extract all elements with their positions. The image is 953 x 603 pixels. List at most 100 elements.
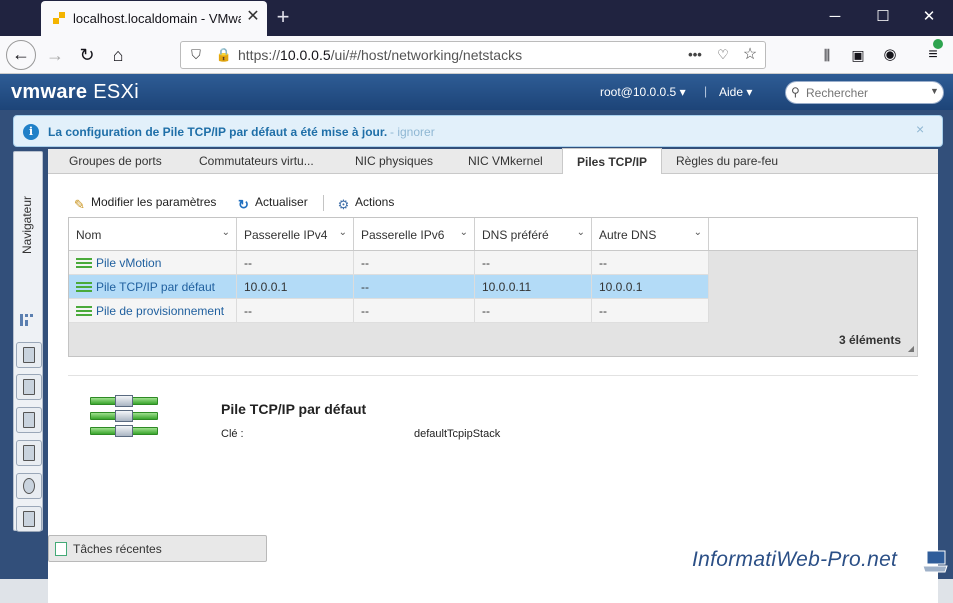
maximize-icon[interactable]: ☐ — [868, 6, 898, 28]
row-name[interactable]: Pile vMotion — [69, 251, 237, 274]
lock-warning-icon[interactable]: 🔒 — [215, 46, 233, 64]
header-separator: | — [704, 84, 708, 98]
info-banner: i La configuration de Pile TCP/IP par dé… — [13, 115, 943, 147]
esxi-favicon-icon — [53, 12, 65, 24]
address-bar[interactable]: ⛉ 🔒 https://10.0.0.5/ui/#/host/networkin… — [180, 41, 766, 69]
tab-firewall-rules[interactable]: Règles du pare-feu — [676, 154, 778, 168]
detail-key-label: Clé : — [221, 428, 244, 440]
vmware-esxi-logo: vmware ESXi — [11, 81, 139, 103]
banner-close-icon[interactable]: × — [916, 121, 924, 137]
back-arrow-icon[interactable]: ← — [6, 40, 36, 70]
new-tab-icon[interactable]: + — [272, 6, 294, 28]
banner-message: La configuration de Pile TCP/IP par défa… — [48, 125, 388, 139]
chevron-down-icon[interactable]: ⌄ — [577, 227, 585, 238]
navigator-toggle-icon[interactable] — [20, 312, 36, 328]
tab-port-groups[interactable]: Groupes de ports — [69, 154, 162, 168]
tcpip-stack-icon — [76, 282, 92, 292]
table-row[interactable]: Pile de provisionnement -- -- -- -- — [69, 299, 709, 323]
search-input[interactable] — [806, 84, 926, 101]
chevron-down-icon[interactable]: ⌄ — [339, 227, 347, 238]
monitor-icon[interactable] — [16, 407, 42, 433]
column-alternate-dns[interactable]: Autre DNS ⌄ — [592, 218, 709, 250]
manage-icon[interactable] — [16, 374, 42, 400]
search-icon: ⚲ — [791, 85, 800, 99]
column-ipv6-gateway[interactable]: Passerelle IPv6 ⌄ — [354, 218, 475, 250]
search-box[interactable]: ⚲ ▼ — [785, 81, 944, 104]
row-ipv6: -- — [354, 299, 475, 322]
browser-nav-bar: ← → ↻ ⌂ ⛉ 🔒 https://10.0.0.5/ui/#/host/n… — [0, 36, 953, 74]
column-ipv4-gateway[interactable]: Passerelle IPv4 ⌄ — [237, 218, 354, 250]
tcpip-stack-icon — [76, 258, 92, 268]
table-row[interactable]: Pile vMotion -- -- -- -- — [69, 251, 709, 275]
host-icon[interactable] — [16, 342, 42, 368]
column-name[interactable]: Nom ⌄ — [69, 218, 237, 250]
resize-grip-icon[interactable]: ◢ — [908, 344, 914, 353]
close-tab-icon[interactable]: ✕ — [243, 7, 263, 27]
toolbar-separator — [323, 195, 324, 211]
edit-settings-button[interactable]: ✎ Modifier les paramètres — [72, 195, 216, 212]
row-alt-dns: -- — [592, 299, 709, 322]
recent-tasks-label: Tâches récentes — [73, 542, 162, 556]
divider — [68, 375, 918, 376]
help-menu[interactable]: Aide ▾ — [719, 85, 752, 99]
reload-icon[interactable]: ↻ — [72, 40, 102, 70]
tab-tcpip-stacks[interactable]: Piles TCP/IP — [562, 148, 663, 174]
tab-virtual-switches[interactable]: Commutateurs virtu... — [199, 154, 314, 168]
user-menu[interactable]: root@10.0.0.5 ▾ — [600, 85, 686, 99]
actions-button[interactable]: ⚙ Actions — [336, 195, 395, 212]
gear-icon: ⚙ — [337, 197, 350, 212]
home-icon[interactable]: ⌂ — [103, 40, 133, 70]
pocket-icon[interactable]: ♡ — [714, 46, 732, 64]
tcpip-stack-icon — [76, 306, 92, 316]
tab-physical-nics[interactable]: NIC physiques — [355, 154, 433, 168]
networking-icon[interactable] — [16, 506, 42, 532]
library-icon[interactable]: ⫼ — [812, 40, 842, 70]
column-preferred-dns[interactable]: DNS préféré ⌄ — [475, 218, 592, 250]
row-dns: -- — [475, 251, 592, 274]
row-ipv6: -- — [354, 251, 475, 274]
tcpip-stack-large-icon — [90, 395, 160, 439]
chevron-down-icon[interactable]: ⌄ — [460, 227, 468, 238]
shield-icon[interactable]: ⛉ — [187, 46, 205, 64]
row-dns: -- — [475, 299, 592, 322]
pencil-icon: ✎ — [74, 197, 85, 212]
browser-tab-title: localhost.localdomain - VMware ESXi — [73, 11, 241, 26]
grid-header: Nom ⌄ Passerelle IPv4 ⌄ Passerelle IPv6 ⌄ D… — [69, 218, 917, 251]
row-ipv4: -- — [237, 299, 354, 322]
url-text[interactable]: https://10.0.0.5/ui/#/host/networking/ne… — [238, 47, 522, 63]
detail-title: Pile TCP/IP par défaut — [221, 401, 367, 417]
page-actions-icon[interactable]: ••• — [686, 46, 704, 64]
bookmark-star-icon[interactable]: ☆ — [741, 46, 759, 64]
search-dropdown-icon[interactable]: ▼ — [930, 86, 939, 96]
window-close-icon[interactable]: ✕ — [914, 6, 944, 28]
row-name[interactable]: Pile TCP/IP par défaut — [69, 275, 237, 298]
chevron-down-icon[interactable]: ⌄ — [222, 227, 230, 238]
sidebar-icon[interactable]: ▣ — [843, 40, 873, 70]
account-icon[interactable]: ◉ — [875, 40, 905, 70]
banner-ignore-link[interactable]: - ignorer — [390, 125, 435, 139]
app-header: vmwareESXi root@10.0.0.5 ▾ | Aide ▾ ⚲ ▼ — [0, 74, 953, 110]
detail-key-value: defaultTcpipStack — [414, 428, 501, 440]
grid-footer: 3 éléments ◢ — [69, 324, 917, 356]
tab-vmkernel-nics[interactable]: NIC VMkernel — [468, 154, 543, 168]
laptop-logo-icon — [922, 550, 948, 573]
info-icon: i — [23, 124, 39, 140]
refresh-button[interactable]: ↻ Actualiser — [236, 195, 308, 212]
refresh-icon: ↻ — [238, 197, 249, 212]
table-row-selected[interactable]: Pile TCP/IP par défaut 10.0.0.1 -- 10.0.… — [69, 275, 709, 299]
storage-icon[interactable] — [16, 473, 42, 499]
row-alt-dns: -- — [592, 251, 709, 274]
browser-tab[interactable]: localhost.localdomain - VMware ESXi ✕ — [41, 1, 267, 36]
navigator-label[interactable]: Navigateur — [20, 184, 34, 254]
row-name[interactable]: Pile de provisionnement — [69, 299, 237, 322]
networking-tabs: Groupes de ports Commutateurs virtu... N… — [48, 148, 938, 174]
item-count: 3 éléments — [838, 333, 901, 347]
row-dns: 10.0.0.11 — [475, 275, 592, 298]
chevron-down-icon[interactable]: ⌄ — [694, 227, 702, 238]
forward-arrow-icon[interactable]: → — [40, 40, 70, 70]
virtual-machines-icon[interactable] — [16, 440, 42, 466]
minimize-icon[interactable]: ─ — [820, 6, 850, 28]
row-alt-dns: 10.0.0.1 — [592, 275, 709, 298]
recent-tasks-button[interactable]: Tâches récentes — [48, 535, 267, 562]
esxi-app: vmwareESXi root@10.0.0.5 ▾ | Aide ▾ ⚲ ▼ … — [0, 74, 953, 603]
